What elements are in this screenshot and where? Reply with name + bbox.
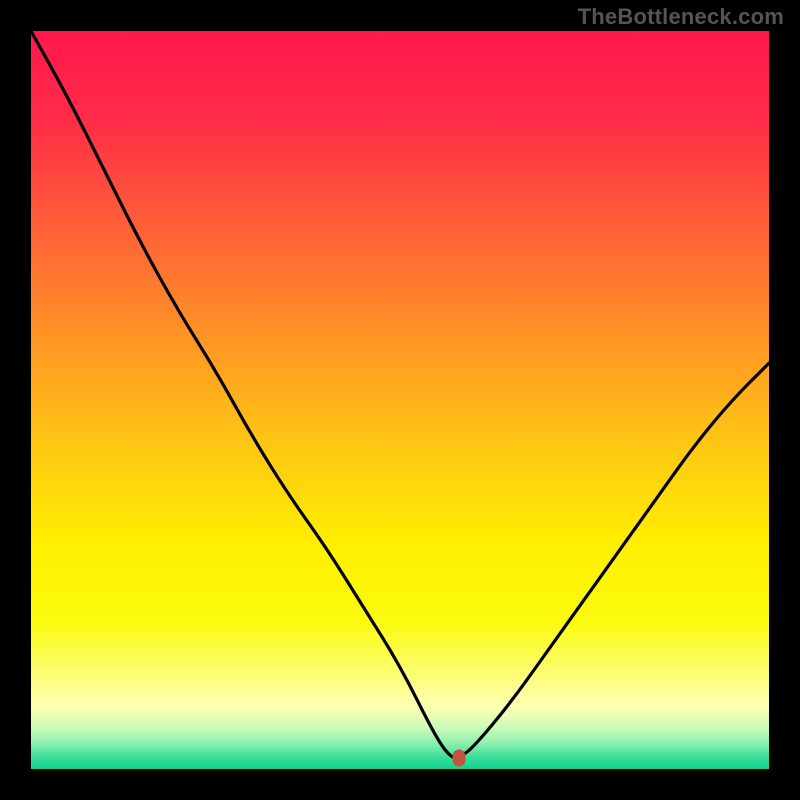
- bottleneck-curve: [31, 31, 769, 769]
- chart-root: TheBottleneck.com: [0, 0, 800, 800]
- plot-area: [31, 31, 769, 769]
- attribution-text: TheBottleneck.com: [578, 4, 784, 30]
- valley-marker: [453, 749, 466, 766]
